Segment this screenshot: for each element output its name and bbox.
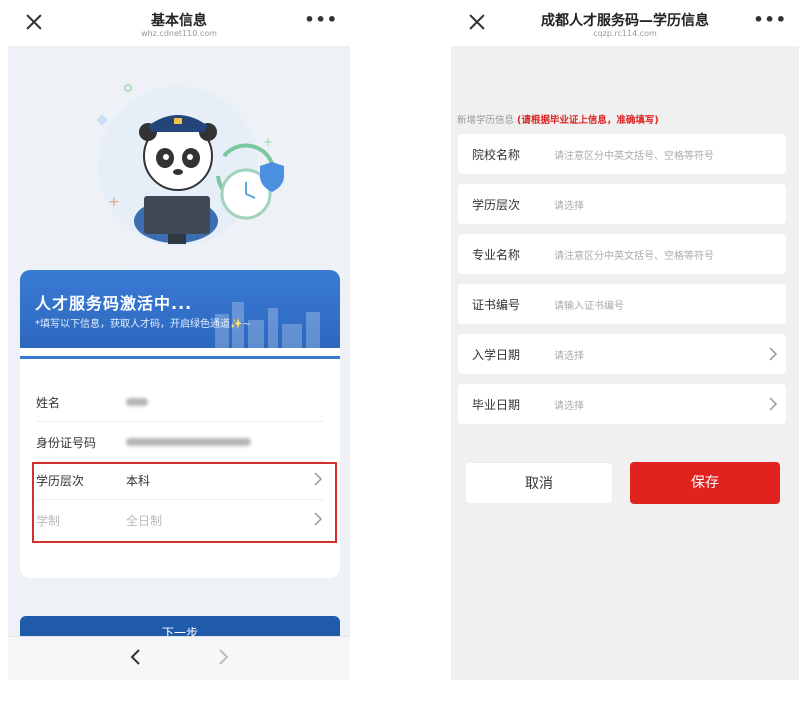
banner-divider: [20, 348, 340, 360]
certificate-number-field[interactable]: 证书编号 请输入证书编号: [458, 284, 786, 324]
enrollment-date-label: 入学日期: [472, 348, 521, 362]
chevron-right-icon: [769, 347, 778, 361]
notice-prefix: 新增学历信息: [457, 115, 515, 126]
page-title: 基本信息: [151, 13, 207, 29]
form-notice: 新增学历信息 (请根据毕业证上信息，准确填写): [457, 112, 659, 126]
education-info-screen: 成都人才服务码—学历信息 cqzp.rc114.com ••• 新增学历信息 (…: [451, 0, 799, 680]
graduation-date-field[interactable]: 毕业日期 请选择: [458, 384, 786, 424]
highlight-box: [32, 462, 337, 543]
basic-info-screen: 基本信息 whz.cdnet110.com ••• + + 人才服务码激活中..…: [8, 0, 350, 680]
forward-icon[interactable]: [213, 647, 233, 667]
notice-highlight: (请根据毕业证上信息，准确填写): [517, 115, 659, 126]
svg-text:+: +: [263, 135, 273, 149]
police-panda-illustration: + +: [96, 84, 284, 246]
major-name-label: 专业名称: [472, 248, 521, 262]
education-level-placeholder: 请选择: [554, 201, 584, 212]
chevron-right-icon: [769, 397, 778, 411]
school-name-label: 院校名称: [472, 148, 521, 162]
major-name-placeholder: 请注意区分中英文括号、空格等符号: [554, 251, 714, 262]
activation-banner: 人才服务码激活中... *填写以下信息，获取人才码，开启绿色通道✨~: [20, 270, 340, 348]
certificate-number-label: 证书编号: [472, 298, 521, 312]
major-name-field[interactable]: 专业名称 请注意区分中英文括号、空格等符号: [458, 234, 786, 274]
school-name-placeholder: 请注意区分中英文括号、空格等符号: [554, 151, 714, 162]
more-icon[interactable]: •••: [304, 10, 338, 29]
name-value-blurred: [126, 398, 148, 406]
cancel-button[interactable]: 取消: [465, 462, 613, 504]
more-icon[interactable]: •••: [753, 10, 787, 29]
school-name-field[interactable]: 院校名称 请注意区分中英文括号、空格等符号: [458, 134, 786, 174]
page-title: 成都人才服务码—学历信息: [541, 13, 709, 29]
graduation-date-placeholder: 请选择: [554, 401, 584, 412]
save-button[interactable]: 保存: [630, 462, 780, 504]
banner-heading: 人才服务码激活中...: [35, 294, 193, 313]
enrollment-date-field[interactable]: 入学日期 请选择: [458, 334, 786, 374]
name-row[interactable]: 姓名: [36, 382, 324, 422]
skyline-graphic: [215, 302, 320, 348]
browser-bottom-bar: [8, 636, 350, 680]
education-level-field[interactable]: 学历层次 请选择: [458, 184, 786, 224]
id-number-value-blurred: [126, 438, 251, 446]
page-url: whz.cdnet110.com: [141, 29, 217, 38]
svg-text:+: +: [108, 194, 120, 210]
back-icon[interactable]: [126, 647, 146, 667]
page-url: cqzp.rc114.com: [593, 29, 657, 38]
name-label: 姓名: [36, 396, 61, 410]
graduation-date-label: 毕业日期: [472, 398, 521, 412]
top-bar: 成都人才服务码—学历信息 cqzp.rc114.com •••: [451, 0, 799, 46]
education-level-label: 学历层次: [472, 198, 521, 212]
enrollment-date-placeholder: 请选择: [554, 351, 584, 362]
id-number-row[interactable]: 身份证号码: [36, 422, 324, 462]
id-number-label: 身份证号码: [36, 436, 97, 450]
top-bar: 基本信息 whz.cdnet110.com •••: [8, 0, 350, 46]
certificate-number-placeholder: 请输入证书编号: [554, 301, 624, 312]
